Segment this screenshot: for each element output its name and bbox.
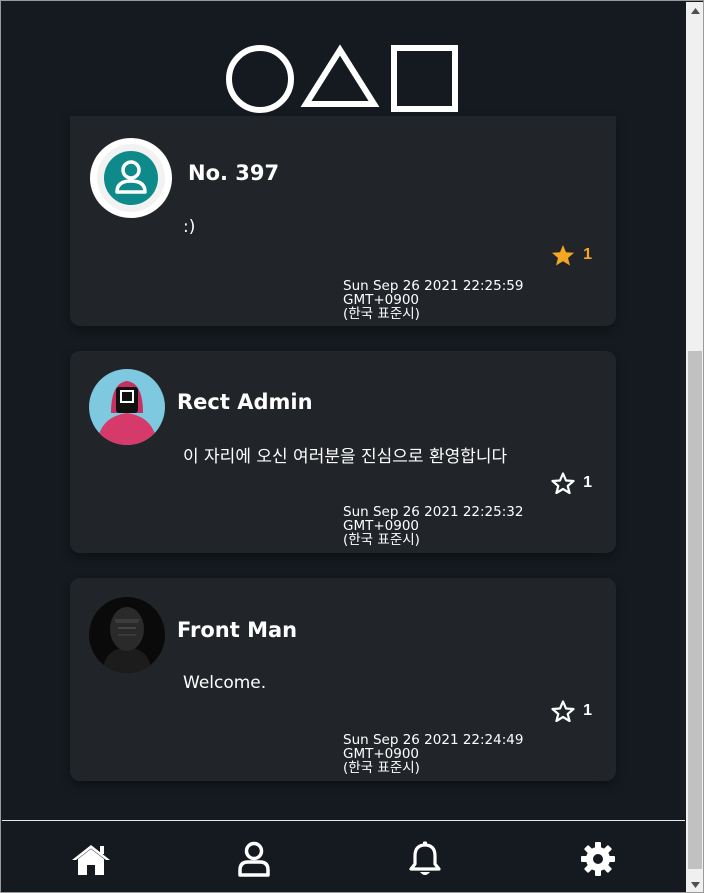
post-message: 이 자리에 오신 여러분을 진심으로 환영합니다	[183, 447, 508, 467]
bell-icon	[409, 841, 441, 875]
post-message: Welcome.	[183, 673, 267, 693]
arrow-up-icon	[690, 7, 700, 14]
scroll-up-button[interactable]	[686, 2, 703, 19]
post-timestamp: Sun Sep 26 2021 22:25:32 GMT+0900 (한국 표준…	[343, 505, 603, 547]
avatar[interactable]	[89, 597, 165, 673]
browser-window: No. 397 :) 1 Sun Sep 26 2021 22:25:59 GM…	[0, 0, 704, 893]
avatar[interactable]	[90, 138, 172, 218]
post-timestamp: Sun Sep 26 2021 22:25:59 GMT+0900 (한국 표준…	[343, 279, 603, 321]
app-logo	[226, 44, 458, 113]
star-outline-icon	[551, 472, 575, 494]
gear-icon	[581, 842, 615, 876]
timestamp-date: Sun Sep 26 2021 22:25:32 GMT+0900	[343, 504, 524, 534]
like-count: 1	[583, 474, 592, 491]
post-timestamp: Sun Sep 26 2021 22:24:49 GMT+0900 (한국 표준…	[343, 733, 603, 775]
nav-home[interactable]	[70, 841, 112, 877]
scroll-thumb[interactable]	[688, 351, 702, 869]
square-icon	[391, 45, 458, 112]
avatar[interactable]	[89, 369, 165, 445]
bottom-nav	[2, 820, 685, 892]
nav-settings[interactable]	[577, 841, 619, 877]
like-button[interactable]: 1	[551, 472, 592, 494]
default-user-icon	[97, 144, 165, 212]
like-button[interactable]: 1	[551, 244, 592, 266]
post-card: No. 397 :) 1 Sun Sep 26 2021 22:25:59 GM…	[70, 116, 616, 326]
vertical-scrollbar[interactable]	[686, 2, 703, 892]
nav-notifications[interactable]	[404, 841, 446, 877]
timestamp-zone: (한국 표준시)	[343, 532, 420, 548]
post-author[interactable]: Rect Admin	[177, 390, 313, 414]
star-filled-icon	[552, 245, 575, 266]
circle-icon	[226, 45, 294, 113]
like-count: 1	[583, 702, 592, 719]
timestamp-date: Sun Sep 26 2021 22:25:59 GMT+0900	[343, 278, 524, 308]
post-card: Front Man Welcome. 1 Sun Sep 26 2021 22:…	[70, 578, 616, 781]
arrow-down-icon	[690, 881, 700, 888]
triangle-icon	[300, 44, 380, 107]
post-message: :)	[183, 217, 196, 237]
post-author[interactable]: Front Man	[177, 618, 297, 642]
star-outline-icon	[551, 700, 575, 722]
scroll-down-button[interactable]	[686, 876, 703, 892]
profile-icon	[238, 841, 270, 877]
like-count: 1	[583, 246, 592, 263]
home-icon	[72, 845, 110, 875]
like-button[interactable]: 1	[551, 700, 592, 722]
timestamp-date: Sun Sep 26 2021 22:24:49 GMT+0900	[343, 732, 524, 762]
pink-guard-avatar	[89, 369, 165, 445]
post-author[interactable]: No. 397	[188, 161, 279, 185]
app-viewport: No. 397 :) 1 Sun Sep 26 2021 22:25:59 GM…	[2, 2, 685, 892]
nav-profile[interactable]	[233, 841, 275, 877]
front-man-avatar	[89, 597, 165, 673]
timestamp-zone: (한국 표준시)	[343, 306, 420, 322]
post-card: Rect Admin 이 자리에 오신 여러분을 진심으로 환영합니다 1 Su…	[70, 351, 616, 553]
timestamp-zone: (한국 표준시)	[343, 760, 420, 776]
